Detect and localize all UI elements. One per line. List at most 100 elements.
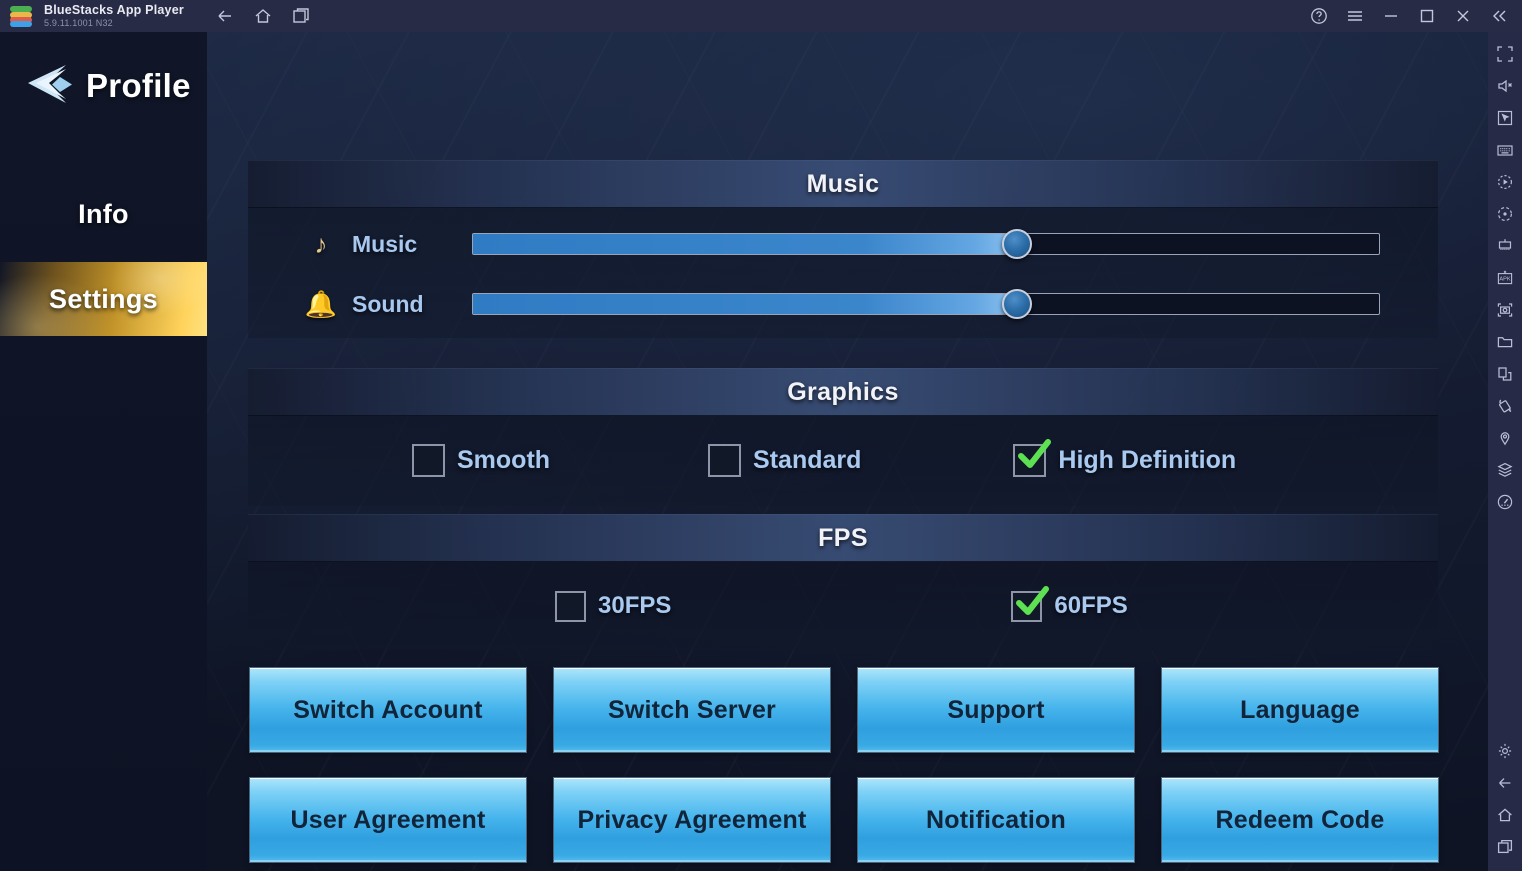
svg-text:APK: APK [1499,277,1510,283]
graphics-section-body: Smooth Standard High Definition [248,416,1438,506]
multi-instance-icon[interactable] [1490,230,1520,262]
checkbox-box [708,443,742,477]
support-button[interactable]: Support [857,667,1135,753]
app-identity: BlueStacks App Player 5.9.11.1001 N32 [44,2,184,29]
mute-icon[interactable] [1490,70,1520,102]
button-label: Switch Server [608,695,776,724]
bluestacks-toolbar: APK [1488,32,1522,871]
button-label: Support [947,695,1045,724]
button-label: Privacy Agreement [577,805,807,834]
graphics-options-row: Smooth Standard High Definition [248,416,1438,504]
game-viewport: Profile Info Settings Music ♪ Music 🔔 So… [0,32,1488,871]
page-title: Profile [86,67,191,104]
profile-sidebar: Profile Info Settings [0,32,207,871]
gauge-icon[interactable] [1490,486,1520,518]
window-controls [1308,0,1516,32]
checkbox-30fps[interactable]: 30FPS [555,590,672,622]
keyboard-icon[interactable] [1490,134,1520,166]
action-button-grid: Switch Account Switch Server Support Lan… [248,658,1439,863]
sidebar-item-label: Info [78,198,129,229]
media-folder-icon[interactable] [1490,326,1520,358]
music-section-header: Music [248,160,1438,208]
checkbox-standard[interactable]: Standard [708,443,862,477]
fullscreen-icon[interactable] [1490,38,1520,70]
app-title: BlueStacks App Player [44,2,184,17]
checkbox-box [412,443,445,477]
home-icon[interactable] [252,5,274,27]
button-label: Language [1240,695,1360,724]
notification-button[interactable]: Notification [857,777,1135,863]
fps-section: FPS 30FPS 60FPS [248,514,1438,650]
music-note-icon: ♪ [314,228,328,259]
maximize-icon[interactable] [1416,5,1438,27]
minimize-icon[interactable] [1380,5,1402,27]
app-version: 5.9.11.1001 N32 [44,17,113,28]
music-section-body: ♪ Music 🔔 Sound [248,208,1438,338]
fps-options-row: 30FPS 60FPS [248,562,1438,650]
sidebar-item-settings[interactable]: Settings [0,262,207,336]
check-icon [1018,438,1052,468]
button-label: User Agreement [290,805,486,834]
bluestacks-window: BlueStacks App Player 5.9.11.1001 N32 Pr… [0,0,1522,871]
back-icon[interactable] [1490,767,1520,799]
sound-volume-row: 🔔 Sound [248,274,1438,334]
checkbox-box [1011,585,1050,622]
pointer-icon[interactable] [1490,102,1520,134]
section-title: FPS [818,523,868,552]
screenshot-icon[interactable] [1490,294,1520,326]
checkbox-60fps[interactable]: 60FPS [1011,585,1128,622]
checkbox-label: High Definition [1058,445,1237,474]
bell-icon: 🔔 [304,288,338,319]
install-apk-icon[interactable]: APK [1490,262,1520,294]
help-icon[interactable] [1308,5,1330,27]
collapse-sidebar-icon[interactable] [1488,5,1510,27]
language-button[interactable]: Language [1161,667,1439,753]
macro-play-icon[interactable] [1490,166,1520,198]
sound-slider-fill [473,294,1017,314]
fps-section-header: FPS [248,514,1438,562]
switch-server-button[interactable]: Switch Server [553,667,831,753]
sound-slider-handle[interactable] [1001,289,1032,319]
checkbox-smooth[interactable]: Smooth [412,443,551,477]
music-slider-handle[interactable] [1001,229,1032,259]
music-slider-label: Music [352,230,418,257]
recents-icon[interactable] [290,5,312,27]
back-icon[interactable] [214,5,236,27]
copy-icon[interactable] [1490,358,1520,390]
graphics-section: Graphics Smooth Standard High Definition [248,368,1438,506]
profile-chevron-icon [28,65,72,103]
checkbox-label: 30FPS [598,592,672,619]
recents-icon[interactable] [1490,831,1520,863]
rotate-icon[interactable] [1490,198,1520,230]
section-title: Music [806,169,880,198]
fps-section-body: 30FPS 60FPS [248,562,1438,650]
button-label: Switch Account [293,695,483,724]
checkbox-label: Smooth [457,445,551,474]
redeem-code-button[interactable]: Redeem Code [1161,777,1439,863]
menu-icon[interactable] [1344,5,1366,27]
switch-account-button[interactable]: Switch Account [249,667,527,753]
sidebar-item-info[interactable]: Info [0,177,207,251]
checkbox-box [1013,438,1052,477]
sidebar-item-label: Settings [49,283,158,314]
music-section: Music ♪ Music 🔔 Sound [248,160,1438,338]
privacy-agreement-button[interactable]: Privacy Agreement [553,777,831,863]
checkbox-label: Standard [753,445,862,474]
close-icon[interactable] [1452,5,1474,27]
graphics-section-header: Graphics [248,368,1438,416]
music-volume-row: ♪ Music [248,214,1438,274]
music-volume-slider[interactable] [472,229,1380,259]
sound-volume-slider[interactable] [472,289,1380,319]
layers-icon[interactable] [1490,454,1520,486]
bluestacks-logo-icon [10,5,32,27]
title-bar: BlueStacks App Player 5.9.11.1001 N32 [0,0,1522,32]
music-slider-fill [473,234,1017,254]
checkbox-label: 60FPS [1054,592,1128,619]
checkbox-high-definition[interactable]: High Definition [1013,438,1237,477]
home-icon[interactable] [1490,799,1520,831]
shake-icon[interactable] [1490,390,1520,422]
user-agreement-button[interactable]: User Agreement [249,777,527,863]
profile-header: Profile [0,54,207,118]
gear-icon[interactable] [1490,735,1520,767]
location-icon[interactable] [1490,422,1520,454]
